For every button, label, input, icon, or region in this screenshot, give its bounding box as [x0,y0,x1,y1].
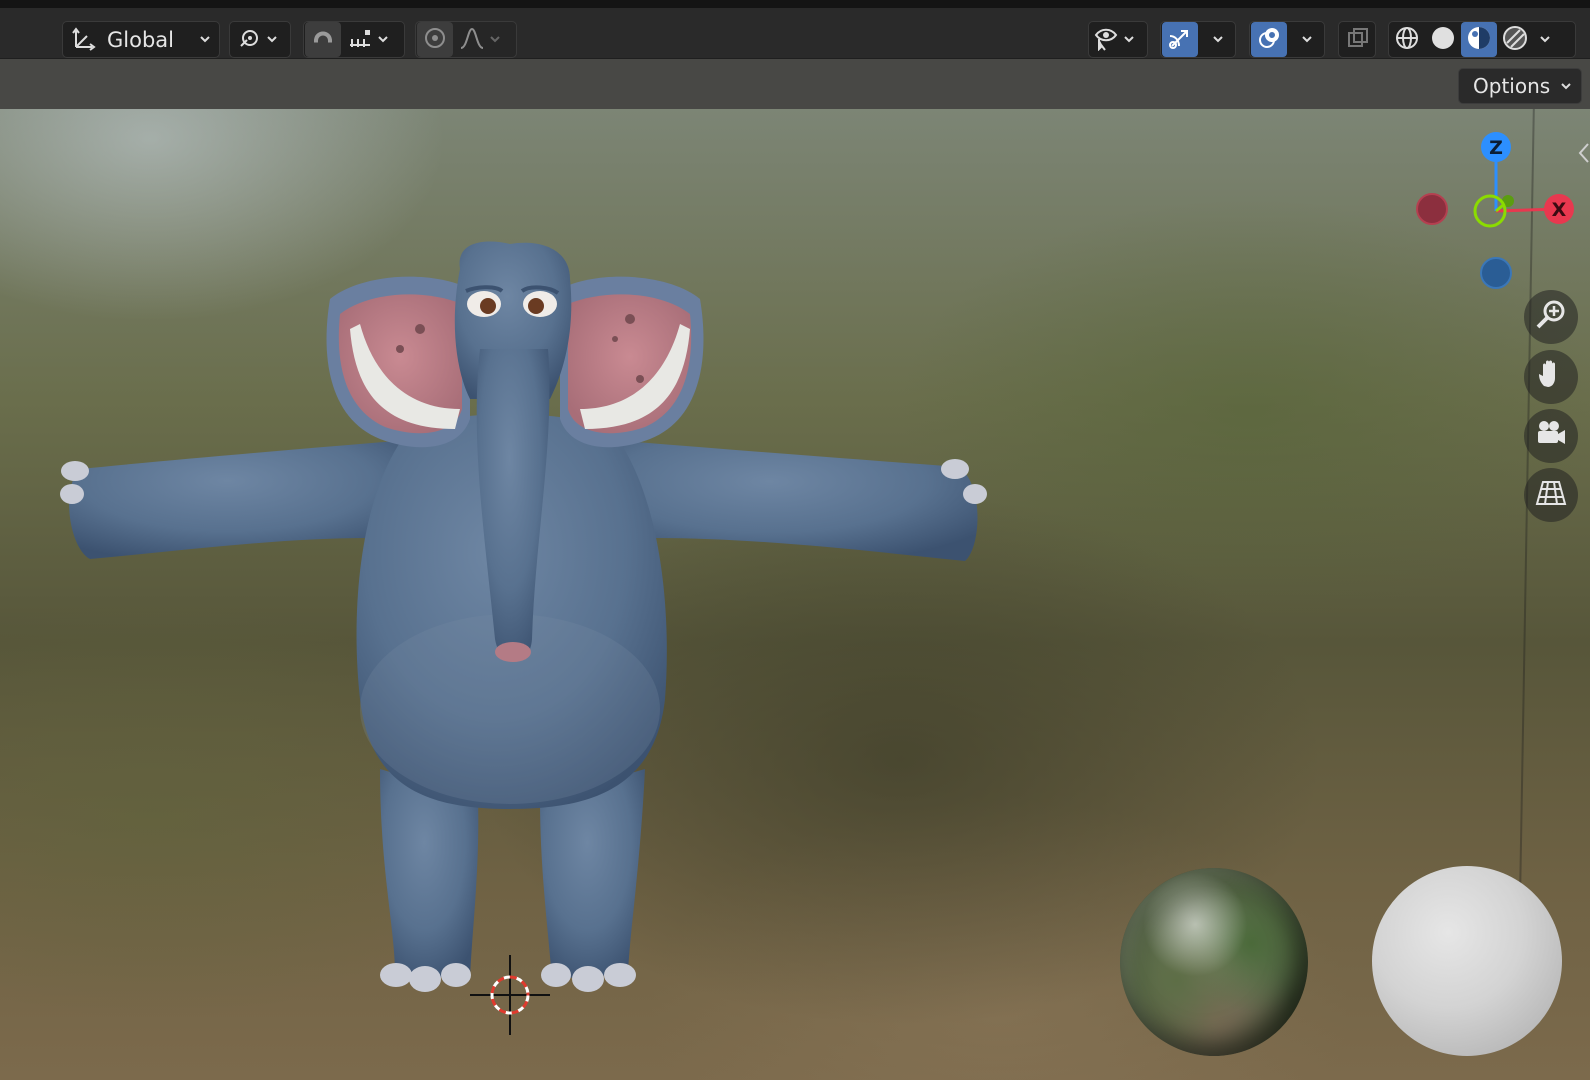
chevron-down-icon[interactable] [1539,30,1551,49]
chevron-down-icon [1123,30,1135,49]
selectability-visibility-dropdown[interactable] [1088,21,1148,58]
top-strip [0,0,1590,8]
gizmo-neg-z-axis[interactable] [1480,257,1512,289]
elephant-model[interactable] [0,109,1000,1080]
snapping-group [303,21,405,58]
wireframe-icon [1394,25,1420,55]
matte-preview-sphere [1372,866,1562,1056]
overlays-group [1249,21,1325,58]
transform-orientation-dropdown[interactable]: Global [62,21,220,58]
perspective-grid-icon [1534,476,1568,514]
xray-toggle-button[interactable] [1338,21,1376,58]
snap-toggle-button[interactable] [305,22,341,57]
chevron-down-icon [199,30,211,49]
camera-view-icon [1534,417,1568,455]
options-label: Options [1473,74,1551,98]
sidebar-expand-arrow[interactable] [1578,140,1590,166]
3d-cursor[interactable] [470,955,550,1035]
options-dropdown[interactable]: Options [1458,68,1582,104]
chevron-down-icon [266,30,278,49]
chevron-down-icon [1560,77,1572,96]
eye-selectability-icon [1093,25,1119,55]
proportional-edit-icon [422,25,448,55]
solid-icon [1430,25,1456,55]
proportional-edit-button[interactable] [417,22,453,57]
falloff-curve-icon[interactable] [459,25,485,55]
hdri-preview-sphere [1120,868,1308,1056]
orientation-label: Global [107,27,174,52]
camera-view-button[interactable] [1524,409,1578,463]
pivot-point-icon [236,25,262,55]
wireframe-shading-button[interactable] [1389,22,1425,57]
rendered-shading-button[interactable] [1497,22,1533,57]
gizmo-x-label: X [1552,199,1567,221]
snap-magnet-icon [310,25,336,55]
chevron-down-icon[interactable] [489,30,501,49]
snap-increment-icon[interactable] [347,25,373,55]
zoom-button[interactable] [1524,290,1578,344]
proportional-editing-group [415,21,517,58]
gizmo-z-label: Z [1489,137,1503,159]
zoom-icon [1534,298,1568,336]
tool-settings-bar [0,59,1590,109]
gizmo-neg-x-axis[interactable] [1416,193,1448,225]
pan-button[interactable] [1524,350,1578,404]
chevron-down-icon[interactable] [1301,30,1313,49]
gizmo-toggle-button[interactable] [1162,22,1198,57]
shading-mode-group [1388,21,1576,58]
hand-pan-icon [1534,358,1568,396]
gizmo-toggle-icon [1167,25,1193,55]
navigation-gizmo[interactable]: Z X [1410,125,1590,300]
viewport-header: Global [0,8,1590,59]
material-preview-icon [1466,25,1492,55]
orientation-axes-icon [71,25,97,55]
gizmo-group [1160,21,1236,58]
chevron-down-icon[interactable] [1212,30,1224,49]
overlays-icon [1256,25,1282,55]
xray-toggle-icon [1345,25,1371,55]
pivot-point-dropdown[interactable] [229,21,291,58]
chevron-down-icon[interactable] [377,30,389,49]
solid-shading-button[interactable] [1425,22,1461,57]
rendered-icon [1502,25,1528,55]
perspective-toggle-button[interactable] [1524,468,1578,522]
material-preview-shading-button[interactable] [1461,22,1497,57]
overlays-toggle-button[interactable] [1251,22,1287,57]
